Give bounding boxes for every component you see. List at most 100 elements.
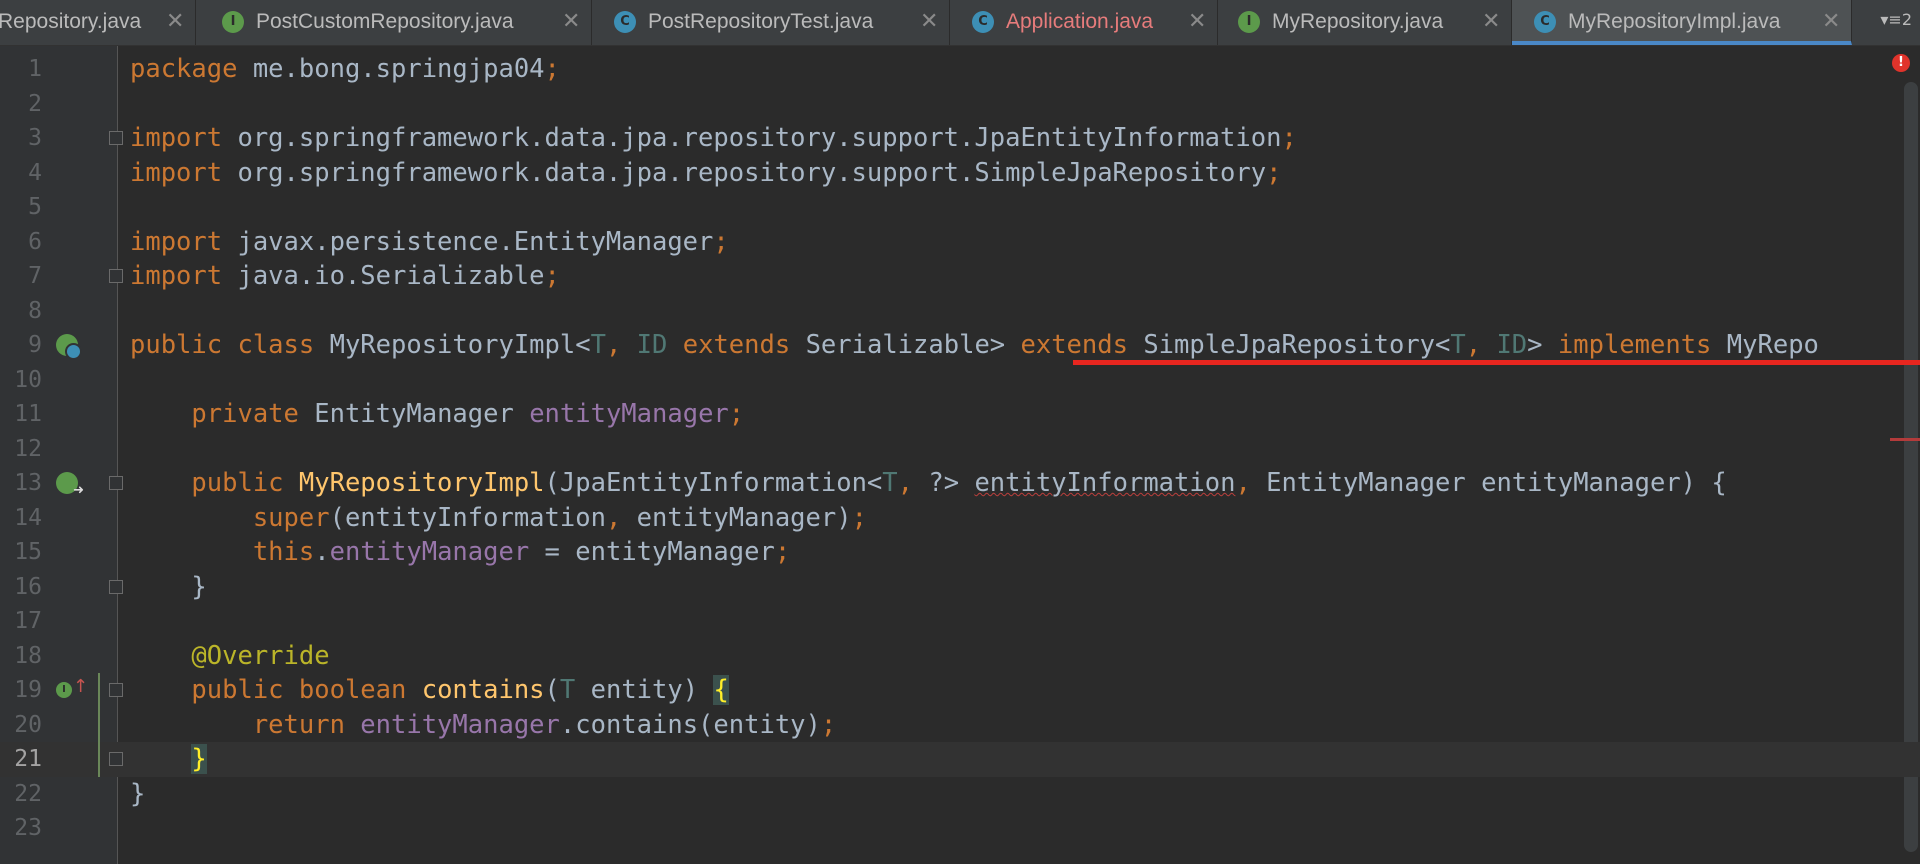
arrow-right-icon: ➜ (73, 483, 84, 498)
override-arrow-up-icon[interactable]: ↑ (73, 676, 88, 697)
tab-label: Application.java (1006, 10, 1154, 33)
line-number: 5 (28, 194, 42, 220)
line-number: 12 (14, 435, 42, 462)
code-line[interactable]: 20 return entityManager.contains(entity)… (0, 708, 1920, 743)
implements-interface-icon[interactable] (56, 334, 82, 360)
app-file-icon: C (972, 11, 994, 33)
code-line[interactable]: 6 import javax.persistence.EntityManager; (0, 225, 1920, 260)
fold-toggle-icon[interactable] (109, 579, 123, 594)
tab-repository[interactable]: Repository.java ✕ (0, 0, 196, 45)
code-line[interactable]: 11 private EntityManager entityManager; (0, 397, 1920, 432)
line-number: 16 (14, 573, 42, 600)
tab-application[interactable]: C Application.java ✕ (950, 0, 1218, 45)
code-line[interactable]: 9 public class MyRepositoryImpl<T, ID ext… (0, 328, 1920, 363)
code-text[interactable]: public MyRepositoryImpl(JpaEntityInforma… (130, 466, 1726, 501)
code-text[interactable]: public boolean contains(T entity) { (130, 673, 729, 708)
tab-postcustomrepository[interactable]: I PostCustomRepository.java ✕ (196, 0, 592, 45)
close-tab-icon[interactable]: ✕ (562, 9, 580, 35)
code-line[interactable]: 16 } (0, 570, 1920, 605)
fold-toggle-icon[interactable] (109, 752, 123, 766)
line-number: 6 (28, 228, 42, 255)
code-text[interactable]: import org.springframework.data.jpa.repo… (130, 121, 1297, 156)
line-number: 10 (14, 366, 42, 393)
code-line[interactable]: 21 } (0, 742, 1920, 777)
interface-file-icon: I (222, 11, 244, 33)
code-text[interactable]: public class MyRepositoryImpl<T, ID exte… (130, 328, 1819, 363)
tab-label: Repository.java (0, 10, 142, 33)
tab-myrepository[interactable]: I MyRepository.java ✕ (1218, 0, 1512, 45)
line-number: 14 (14, 504, 42, 531)
line-number: 13 (14, 470, 42, 496)
code-text[interactable]: return entityManager.contains(entity); (130, 708, 836, 743)
fold-toggle-icon[interactable] (109, 131, 123, 145)
constructor-implements-icon[interactable]: ➜ (56, 472, 84, 498)
code-line[interactable]: 22} (0, 777, 1920, 812)
code-line[interactable]: 14 super(entityInformation, entityManage… (0, 501, 1920, 536)
code-text[interactable]: import java.io.Serializable; (130, 259, 560, 294)
line-number: 23 (14, 815, 42, 841)
fold-toggle-icon[interactable] (109, 476, 123, 490)
tab-postrepositorytest[interactable]: C PostRepositoryTest.java ✕ (592, 0, 950, 45)
class-file-icon: C (1534, 11, 1556, 33)
code-line[interactable]: 4 import org.springframework.data.jpa.rep… (0, 156, 1920, 191)
tab-myrepositoryimpl[interactable]: C MyRepositoryImpl.java ✕ (1512, 0, 1852, 45)
close-tab-icon[interactable]: ✕ (166, 9, 184, 35)
line-number: 7 (28, 263, 42, 289)
line-number: 2 (28, 90, 42, 117)
class-badge-icon (65, 343, 82, 360)
code-line[interactable]: 18 @Override (0, 639, 1920, 674)
code-editor[interactable]: ! 1 package me.bong.springjpa04; 2 3 import … (0, 46, 1920, 864)
code-text[interactable]: } (130, 570, 206, 605)
vcs-change-marker[interactable] (98, 673, 100, 777)
line-number: 8 (28, 297, 42, 324)
code-text[interactable]: super(entityInformation, entityManager); (130, 501, 867, 536)
code-line[interactable]: 8 (0, 294, 1920, 329)
code-line[interactable]: 15 this.entityManager = entityManager; (0, 535, 1920, 570)
line-number: 22 (14, 780, 42, 807)
code-line[interactable]: 5 (0, 190, 1920, 225)
code-line[interactable]: 1 package me.bong.springjpa04; (0, 52, 1920, 87)
test-file-icon: C (614, 11, 636, 33)
tab-label: MyRepository.java (1272, 10, 1444, 33)
code-line[interactable]: 10 (0, 363, 1920, 398)
line-number: 9 (28, 332, 42, 358)
code-line[interactable]: 3 import org.springframework.data.jpa.rep… (0, 121, 1920, 156)
close-tab-icon[interactable]: ✕ (1482, 9, 1500, 35)
code-text[interactable]: private EntityManager entityManager; (130, 397, 744, 432)
line-number: 17 (14, 608, 42, 634)
interface-file-icon: I (1238, 11, 1260, 33)
line-number: 4 (28, 159, 42, 186)
line-number: 21 (14, 746, 42, 772)
close-tab-icon[interactable]: ✕ (920, 9, 938, 35)
code-text[interactable]: } (130, 742, 207, 777)
code-line[interactable]: 19 public boolean contains(T entity) { (0, 673, 1920, 708)
close-tab-icon[interactable]: ✕ (1188, 9, 1206, 35)
line-number: 3 (28, 125, 42, 151)
override-method-icon[interactable]: I (56, 682, 72, 698)
code-text[interactable]: package me.bong.springjpa04; (130, 52, 560, 87)
line-number: 18 (14, 642, 42, 669)
fold-toggle-icon[interactable] (109, 683, 123, 697)
code-text[interactable]: this.entityManager = entityManager; (130, 535, 790, 570)
code-text[interactable]: import org.springframework.data.jpa.repo… (130, 156, 1281, 191)
code-line[interactable]: 23 (0, 811, 1920, 846)
code-text[interactable]: import javax.persistence.EntityManager; (130, 225, 729, 260)
line-number: 11 (14, 401, 42, 427)
code-line[interactable]: 2 (0, 87, 1920, 122)
code-text[interactable]: @Override (130, 639, 329, 674)
fold-toggle-icon[interactable] (109, 269, 123, 283)
tab-label: PostRepositoryTest.java (648, 10, 874, 33)
line-number: 20 (14, 711, 42, 738)
code-line[interactable]: 17 (0, 604, 1920, 639)
code-line[interactable]: 12 (0, 432, 1920, 467)
tab-label: MyRepositoryImpl.java (1568, 10, 1781, 33)
code-text[interactable]: } (130, 777, 145, 812)
tab-overflow-button[interactable]: ▾≡2 (1880, 10, 1912, 29)
editor-tab-bar: ▾≡2 Repository.java ✕ I PostCustomRepositor… (0, 0, 1920, 46)
line-number: 15 (14, 539, 42, 565)
code-line[interactable]: 13 public MyRepositoryImpl(JpaEntityInfo… (0, 466, 1920, 501)
code-line[interactable]: 7 import java.io.Serializable; (0, 259, 1920, 294)
tab-label: PostCustomRepository.java (256, 10, 514, 33)
close-tab-icon[interactable]: ✕ (1822, 9, 1840, 35)
highlight-underline (1073, 360, 1920, 365)
